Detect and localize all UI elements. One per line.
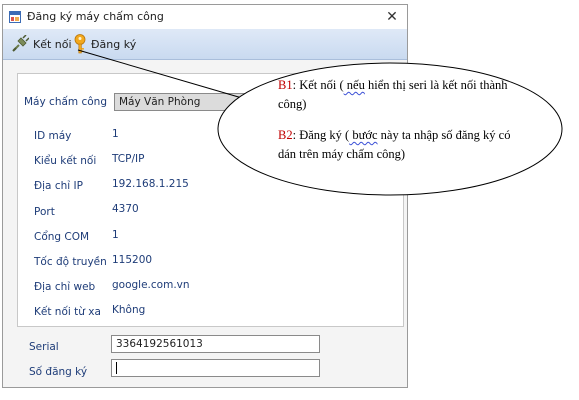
- port-label: Port: [34, 206, 55, 218]
- callout-text: B1: Kết nối ( nếu hiển thị seri là kết n…: [278, 76, 528, 164]
- serial-label: Serial: [29, 341, 59, 353]
- web-address-label: Địa chỉ web: [34, 281, 96, 293]
- id-value: 1: [112, 128, 119, 140]
- step-2-note: B2: Đăng ký ( bước này ta nhập số đăng k…: [278, 126, 528, 164]
- remote-connect-value: Không: [112, 304, 146, 316]
- regno-label: Số đăng ký: [29, 366, 88, 378]
- window-title: Đăng ký máy chấm công: [27, 10, 164, 23]
- register-label: Đăng ký: [91, 37, 137, 51]
- key-icon: [74, 34, 86, 54]
- step-1-note: B1: Kết nối ( nếu hiển thị seri là kết n…: [278, 76, 528, 114]
- com-port-value: 1: [112, 229, 119, 241]
- plug-icon: [12, 35, 29, 52]
- connection-type-value: TCP/IP: [112, 153, 145, 165]
- step-1-paren: (: [336, 78, 344, 92]
- serial-field[interactable]: 3364192561013: [111, 335, 320, 353]
- remote-connect-label: Kết nối từ xa: [34, 306, 101, 318]
- connection-type-label: Kiểu kết nối: [34, 155, 97, 167]
- register-window: Đăng ký máy chấm công ✕ Kết nối Đăng ký: [2, 4, 408, 388]
- regno-field[interactable]: [111, 359, 320, 377]
- com-port-label: Cổng COM: [34, 231, 90, 243]
- step-2-spellcheck: bước: [349, 128, 378, 142]
- register-button[interactable]: Đăng ký: [73, 34, 136, 54]
- baud-rate-label: Tốc độ truyền: [34, 256, 107, 268]
- baud-rate-value: 115200: [112, 254, 153, 266]
- connect-button[interactable]: Kết nối: [11, 34, 72, 54]
- step-2-tag: B2: [278, 128, 293, 142]
- ip-label: Địa chỉ IP: [34, 180, 83, 192]
- web-address-value: google.com.vn: [112, 279, 190, 291]
- port-value: 4370: [112, 203, 139, 215]
- id-label: ID máy: [34, 130, 72, 142]
- title-bar: Đăng ký máy chấm công ✕: [3, 5, 407, 29]
- step-1-tag: B1: [278, 78, 293, 92]
- device-label: Máy chấm công: [24, 96, 107, 108]
- step-2-action: Đăng ký: [299, 128, 342, 142]
- step-1-spellcheck: nếu: [343, 78, 365, 92]
- text-caret: [116, 362, 117, 374]
- close-button[interactable]: ✕: [383, 8, 401, 26]
- toolbar: Kết nối Đăng ký: [3, 29, 407, 60]
- connect-label: Kết nối: [33, 37, 72, 51]
- ip-value: 192.168.1.215: [112, 178, 189, 190]
- form-icon: [9, 11, 21, 23]
- step-1-action: Kết nối: [299, 78, 337, 92]
